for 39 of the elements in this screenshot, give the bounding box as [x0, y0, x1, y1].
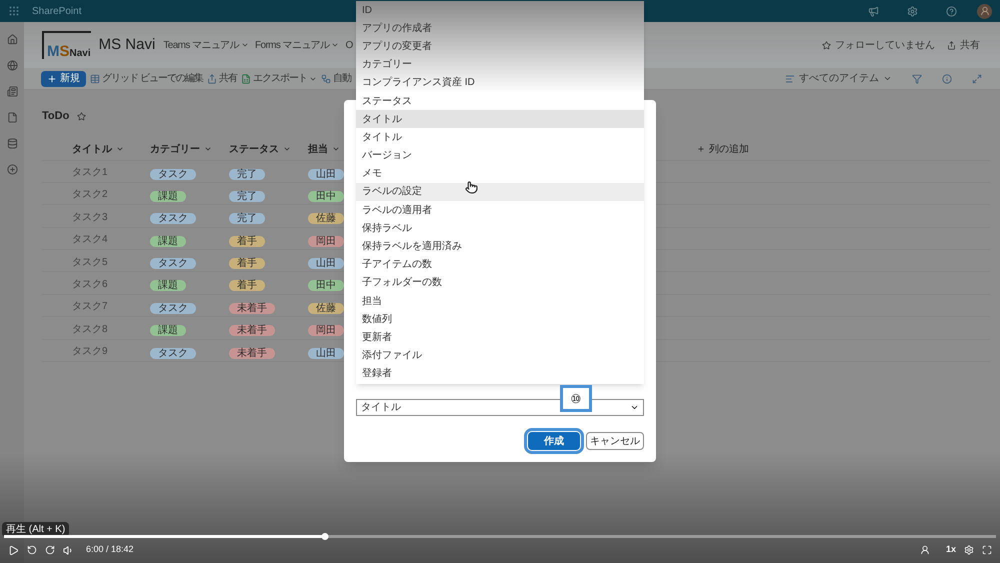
tag-pill: 課題 — [150, 280, 186, 292]
tag-pill: 山田 — [308, 168, 344, 180]
tag-pill: タスク — [150, 302, 196, 314]
tag-pill: 完了 — [229, 168, 265, 180]
table-cell-text: タスク5 — [72, 256, 109, 270]
step-callout: ⑩ — [560, 385, 592, 412]
table-cell-text: タスク2 — [72, 188, 109, 202]
tag-pill: 未着手 — [229, 348, 275, 359]
table-cell-text: タスク6 — [72, 278, 109, 292]
tag-pill: 佐藤 — [308, 302, 344, 314]
tag-pill: 山田 — [308, 258, 344, 270]
tag-pill: 佐藤 — [308, 213, 344, 224]
tag-pill: 課題 — [150, 190, 186, 202]
tag-pill: 田中 — [308, 280, 344, 292]
tag-pill: 完了 — [229, 213, 265, 224]
tag-pill: 着手 — [229, 258, 265, 270]
time-display: 6:00 / 18:42 — [86, 543, 134, 556]
tag-pill: タスク — [150, 168, 196, 180]
table-cell-text: タスク9 — [72, 345, 109, 360]
tag-pill: 未着手 — [229, 302, 275, 314]
list-title: ToDo — [42, 109, 70, 124]
tag-pill: 未着手 — [229, 325, 275, 336]
tag-pill: 岡田 — [308, 236, 344, 247]
tag-pill: タスク — [150, 348, 196, 359]
tag-pill: 岡田 — [308, 325, 344, 336]
tag-pill: 山田 — [308, 348, 344, 359]
table-cell-text: タスク8 — [72, 322, 109, 337]
tag-pill: 田中 — [308, 190, 344, 202]
table-cell-text: タスク1 — [72, 166, 109, 180]
table-cell-text: タスク4 — [72, 233, 109, 248]
tag-pill: 課題 — [150, 236, 186, 247]
table-cell-text: タスク7 — [72, 300, 109, 314]
tag-pill: 着手 — [229, 280, 265, 292]
tag-pill: 完了 — [229, 190, 265, 202]
tag-pill: 着手 — [229, 236, 265, 247]
tag-pill: タスク — [150, 258, 196, 270]
tag-pill: タスク — [150, 213, 196, 224]
tag-pill: 課題 — [150, 325, 186, 336]
table-cell-text: タスク3 — [72, 210, 109, 225]
